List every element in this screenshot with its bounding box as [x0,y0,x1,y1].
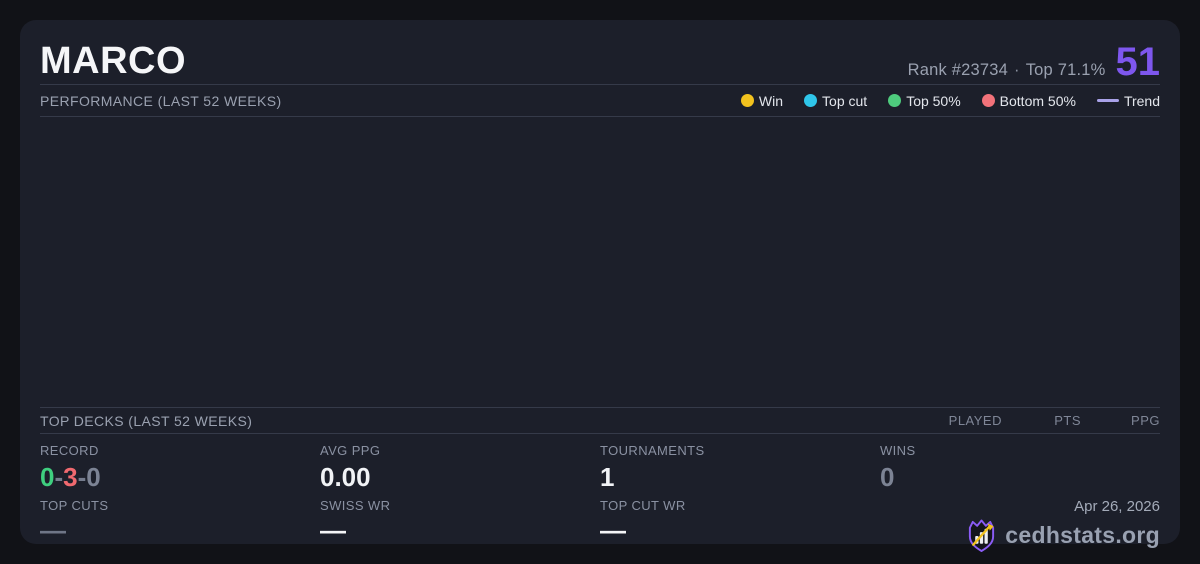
record-wins: 0 [40,461,55,492]
top-cut-dot-icon [804,94,818,107]
record-draws: 0 [86,461,101,492]
rank-line: Rank #23734 · Top 71.1% [908,61,1106,80]
deck-table-columns: PLAYED PTS PPG [923,413,1160,428]
record-separator: - [54,461,64,492]
tournaments-value: 1 [600,461,615,492]
trend-line-icon [1096,99,1119,102]
legend-label: Trend [1123,92,1160,109]
stat-avg-ppg: AVG PPG 0.00 [320,443,600,491]
top-decks-section-title: TOP DECKS (LAST 52 WEEKS) [40,412,253,429]
rank-group: Rank #23734 · Top 71.1% 51 [908,40,1161,84]
stat-label: AVG PPG [320,443,381,458]
performance-section-title: PERFORMANCE (LAST 52 WEEKS) [40,92,282,109]
wins-value: 0 [880,461,895,492]
stat-tournaments: TOURNAMENTS 1 [600,443,880,491]
column-header-played: PLAYED [948,413,1002,428]
chart-legend: Win Top cut Top 50% Bottom 50% Trend [740,92,1160,109]
top-cut-wr-value: — [600,514,626,545]
rank-separator: · [1014,61,1020,79]
top-50-dot-icon [888,94,902,107]
legend-label: Bottom 50% [999,92,1076,109]
legend-label: Win [758,92,784,109]
legend-label: Top cut [822,92,868,109]
stat-record: RECORD 0-3-0 [40,443,320,491]
stat-label: SWISS WR [320,498,391,514]
player-stats-card: MARCO Rank #23734 · Top 71.1% 51 PERFORMAN… [20,20,1180,553]
win-dot-icon [740,94,754,107]
record-separator: - [77,461,87,492]
cedhstats-logo-icon [966,518,997,553]
stat-label: TOP CUT WR [600,498,686,514]
card-footer: Apr 26, 2026 cedhstats.org [880,498,1160,553]
stat-swiss-wr: SWISS WR — [320,498,600,553]
date-label: Apr 26, 2026 [1074,498,1160,516]
column-header-ppg: PPG [1131,413,1160,428]
stat-wins: WINS 0 [880,443,1160,491]
card-header: MARCO Rank #23734 · Top 71.1% 51 [40,20,1160,84]
record-value: 0-3-0 [40,461,320,492]
score-value: 51 [1115,40,1161,84]
stats-grid: RECORD 0-3-0 AVG PPG 0.00 TOURNAMENTS 1 … [40,434,1160,553]
brand-row: cedhstats.org [966,518,1160,553]
stat-label: TOURNAMENTS [600,443,705,458]
stat-top-cuts: TOP CUTS — [40,498,320,553]
performance-header-row: PERFORMANCE (LAST 52 WEEKS) Win Top cut … [40,85,1160,116]
legend-label: Top 50% [906,92,961,109]
top-cuts-value: — [40,514,66,545]
brand-name: cedhstats.org [1005,522,1160,549]
rank-number: Rank #23734 [907,61,1009,79]
legend-item-top-cut: Top cut [804,93,867,109]
stat-label: RECORD [40,443,99,458]
top-decks-header-row: TOP DECKS (LAST 52 WEEKS) PLAYED PTS PPG [40,408,1160,433]
swiss-wr-value: — [320,514,346,545]
top-percent: Top 71.1% [1025,61,1106,79]
stat-label: TOP CUTS [40,498,109,514]
player-name: MARCO [40,40,187,82]
column-header-pts: PTS [1054,413,1081,428]
bottom-50-dot-icon [981,94,995,107]
legend-item-bottom-50: Bottom 50% [981,92,1076,109]
legend-item-top-50: Top 50% [888,92,961,109]
legend-item-win: Win [740,92,784,109]
avg-ppg-value: 0.00 [320,461,371,492]
performance-chart [40,117,1160,407]
page-background: { "header": { "title": "MARCO", "rank_te… [0,0,1200,564]
record-losses: 3 [63,461,78,492]
stat-label: WINS [880,443,916,458]
legend-item-trend: Trend [1096,92,1160,109]
stat-top-cut-wr: TOP CUT WR — [600,498,880,553]
